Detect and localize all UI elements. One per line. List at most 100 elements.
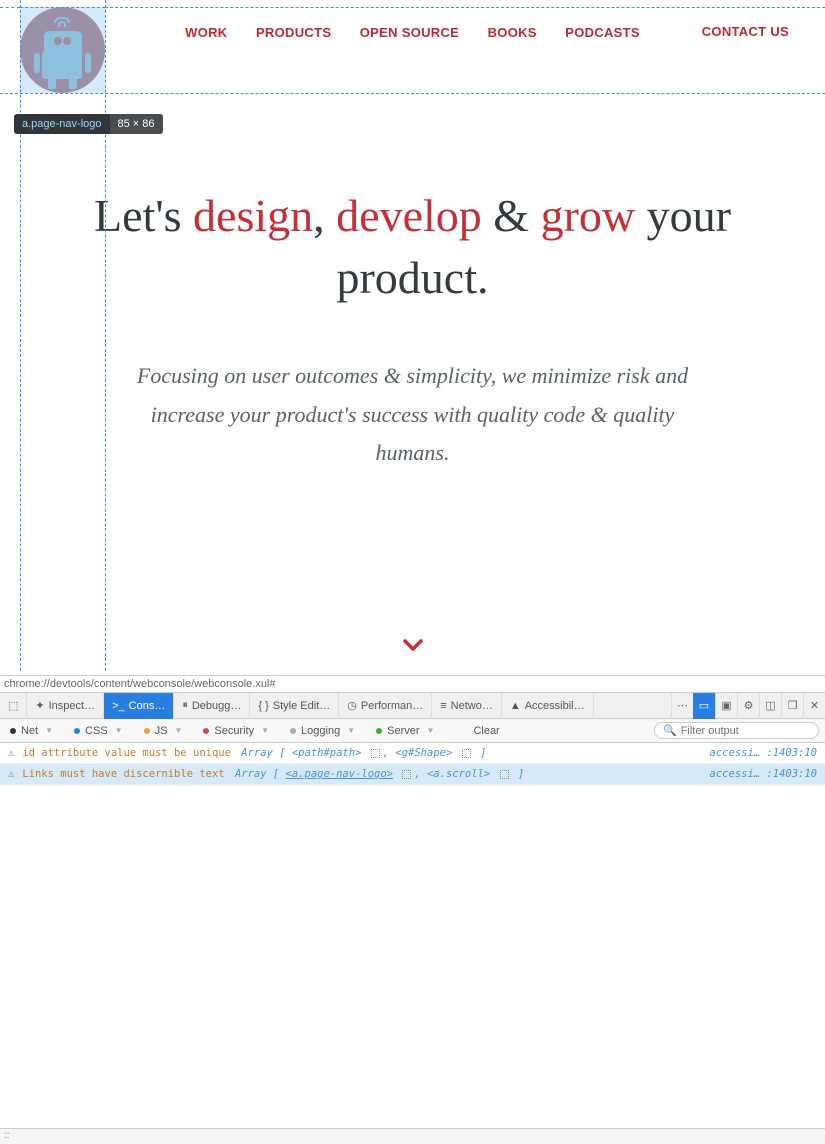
warning-icon: ⚠	[8, 768, 14, 780]
filter-security[interactable]: Security ▼	[193, 719, 280, 743]
tab-label: Performan…	[361, 700, 423, 712]
inspector-guide-left	[20, 0, 21, 671]
tab-console[interactable]: >_Cons…	[104, 693, 174, 719]
devtools-menu-button[interactable]: ⋯	[671, 693, 693, 719]
hero-highlight: design	[193, 190, 313, 241]
nav-contact[interactable]: CONTACT US	[702, 24, 789, 39]
hero-highlight: develop	[336, 190, 482, 241]
inspector-icon: ✦	[35, 699, 44, 712]
clear-label: Clear	[473, 725, 499, 737]
console-search-input[interactable]	[681, 725, 811, 737]
hero-text: &	[482, 190, 541, 241]
chevron-down-icon: ▼	[347, 726, 355, 735]
picker-icon: ⬚	[8, 699, 18, 712]
filter-server[interactable]: Server ▼	[366, 719, 445, 743]
inspector-highlight	[20, 7, 105, 93]
element-ref[interactable]: <a.scroll>	[427, 768, 490, 780]
iframe-picker-button[interactable]: ▭	[693, 693, 715, 719]
accessibility-icon: ▲	[510, 700, 521, 712]
message-text: id attribute value must be unique	[22, 747, 231, 759]
console-message[interactable]: ⚠ id attribute value must be unique Arra…	[0, 743, 825, 764]
message-location[interactable]: accessi… :1403:10	[710, 747, 817, 759]
element-ref[interactable]: <g#Shape>	[395, 747, 452, 759]
chevron-down-icon: ▼	[427, 726, 435, 735]
dot-icon	[376, 728, 382, 734]
search-icon: 🔍	[663, 724, 677, 737]
clear-console-button[interactable]: Clear	[455, 719, 518, 743]
inspector-guide-bottom	[0, 93, 825, 94]
style-icon: { }	[258, 700, 268, 712]
tab-inspector[interactable]: ✦Inspect…	[27, 693, 104, 719]
tab-label: Style Edit…	[273, 700, 330, 712]
dot-icon	[290, 728, 296, 734]
tab-accessibility[interactable]: ▲ Accessibil…	[502, 693, 594, 719]
close-devtools-button[interactable]: ✕	[803, 693, 825, 719]
status-bar: ::	[0, 1128, 825, 1144]
message-location[interactable]: accessi… :1403:10	[710, 768, 817, 780]
inspector-guide-top	[0, 7, 20, 8]
nav-podcasts[interactable]: PODCASTS	[565, 25, 640, 40]
chevron-down-icon: ▼	[115, 726, 123, 735]
element-ref[interactable]: <path#path>	[292, 747, 362, 759]
status-url: chrome://devtools/content/webconsole/web…	[0, 675, 825, 693]
devtools-right-controls: ⋯ ▭ ▣ ⚙ ◫ ❐ ✕	[671, 693, 825, 719]
dot-icon	[10, 728, 16, 734]
dot-icon	[144, 728, 150, 734]
target-icon[interactable]	[462, 749, 471, 758]
main-nav: WORK PRODUCTS OPEN SOURCE BOOKS PODCASTS…	[0, 24, 825, 42]
hero-text: ,	[313, 190, 336, 241]
console-message[interactable]: ⚠ Links must have discernible text Array…	[0, 764, 825, 785]
target-icon[interactable]	[402, 770, 411, 779]
hero-highlight: grow	[541, 190, 636, 241]
filter-logging[interactable]: Logging▼	[280, 719, 366, 743]
inspector-guide-top-inner	[20, 7, 105, 8]
responsive-mode-button[interactable]: ▣	[715, 693, 737, 719]
nav-open-source[interactable]: OPEN SOURCE	[360, 25, 459, 40]
filter-css[interactable]: CSS▼	[64, 719, 134, 743]
nav-products[interactable]: PRODUCTS	[256, 25, 331, 40]
target-icon[interactable]	[500, 770, 509, 779]
performance-icon: ◷	[347, 699, 357, 712]
chevron-down-icon: ▼	[261, 726, 269, 735]
console-filter-bar: Net▼ CSS▼ JS▼ Security▼ Logging▼ Server▼…	[0, 719, 825, 743]
inspector-tooltip-selector: a.page-nav-logo	[14, 114, 110, 134]
filter-label: Security	[214, 725, 254, 737]
dot-icon	[203, 728, 209, 734]
tab-debugger[interactable]: ⏸Debugg…	[174, 693, 250, 719]
element-picker-button[interactable]: ⬚	[0, 693, 27, 719]
inspector-guide-top	[105, 7, 825, 8]
close-icon: ✕	[810, 699, 819, 712]
gear-icon: ⚙	[744, 699, 754, 712]
nav-work[interactable]: WORK	[185, 25, 227, 40]
tab-label: Accessibil…	[525, 700, 585, 712]
console-search[interactable]: 🔍	[654, 722, 819, 739]
hero-subtitle: Focusing on user outcomes & simplicity, …	[80, 357, 745, 473]
tab-label: Cons…	[129, 700, 166, 712]
hero-section: Let's design, develop & grow your produc…	[0, 185, 825, 473]
target-icon[interactable]	[371, 749, 380, 758]
filter-net[interactable]: Net▼	[0, 719, 64, 743]
inspector-tooltip: a.page-nav-logo 85 × 86	[14, 114, 163, 134]
inspector-guide-right	[105, 0, 106, 671]
element-ref[interactable]: <a.page-nav-logo>	[286, 768, 393, 780]
tab-performance[interactable]: ◷ Performan…	[339, 693, 432, 719]
nav-books[interactable]: BOOKS	[488, 25, 537, 40]
warning-icon: ⚠	[8, 747, 14, 759]
network-icon: ≡	[440, 700, 446, 712]
dock-side-button[interactable]: ◫	[759, 693, 781, 719]
filter-js[interactable]: JS▼	[134, 719, 194, 743]
filter-label: Server	[387, 725, 419, 737]
filter-label: JS	[155, 725, 168, 737]
tab-style-editor[interactable]: { } Style Edit…	[250, 693, 339, 719]
devtools-tabbar: ⬚ ✦Inspect… >_Cons… ⏸Debugg… { } Style Ed…	[0, 693, 825, 719]
settings-button[interactable]: ⚙	[737, 693, 759, 719]
hero-text: Let's	[94, 190, 193, 241]
scroll-down-button[interactable]	[403, 636, 423, 659]
tab-label: Debugg…	[192, 700, 242, 712]
chevron-down-icon: ▼	[45, 726, 53, 735]
dock-separate-button[interactable]: ❐	[781, 693, 803, 719]
dot-icon	[74, 728, 80, 734]
console-messages: ⚠ id attribute value must be unique Arra…	[0, 743, 825, 785]
tab-network[interactable]: ≡Netwo…	[432, 693, 502, 719]
hero-headline: Let's design, develop & grow your produc…	[80, 185, 745, 309]
